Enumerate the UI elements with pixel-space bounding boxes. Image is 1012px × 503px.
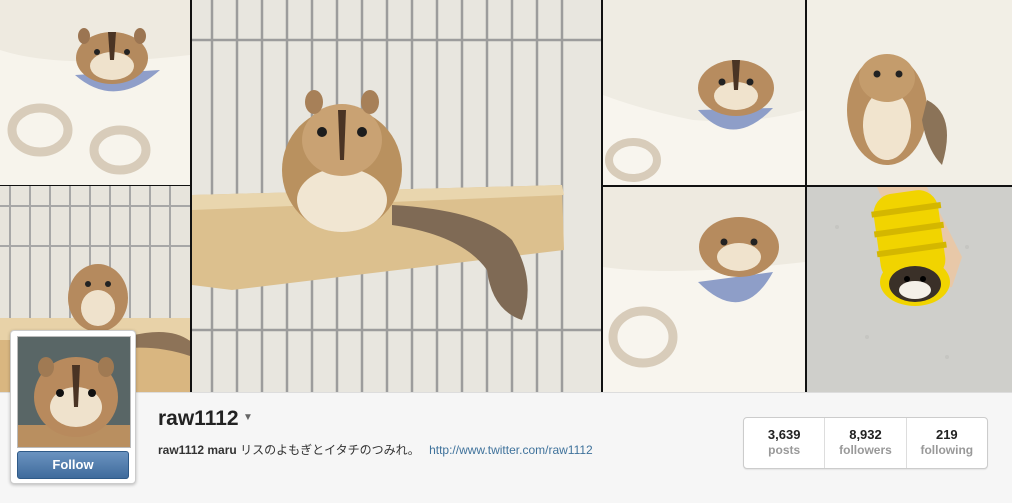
avatar-chipmunk-photo <box>18 337 130 447</box>
stat-following[interactable]: 219 following <box>907 418 987 468</box>
follow-button[interactable]: Follow <box>17 451 129 479</box>
stat-value: 3,639 <box>767 427 801 442</box>
stat-followers[interactable]: 8,932 followers <box>825 418 907 468</box>
chipmunk-photo <box>603 187 805 392</box>
avatar[interactable] <box>17 336 131 448</box>
chipmunk-photo <box>807 0 1012 185</box>
username-heading: raw1112 <box>158 407 239 430</box>
photo-tile-7[interactable] <box>807 187 1012 392</box>
stat-label: posts <box>768 443 801 457</box>
chipmunk-photo <box>603 0 805 185</box>
photo-tile-3[interactable] <box>192 0 601 392</box>
profile-avatar-card: Follow <box>10 330 136 484</box>
chipmunk-photo <box>0 0 190 185</box>
stat-label: followers <box>839 443 892 457</box>
photo-collage <box>0 0 1012 392</box>
photo-tile-5[interactable] <box>807 0 1012 185</box>
stat-label: following <box>920 443 974 457</box>
stat-value: 219 <box>935 427 958 442</box>
profile-bio: raw1112 maru リスのよもぎとイタチのつみれ。 http://www.… <box>158 441 593 458</box>
bio-name: raw1112 maru <box>158 443 237 457</box>
weasel-photo <box>807 187 1012 392</box>
photo-tile-4[interactable] <box>603 0 805 185</box>
profile-stats: 3,639 posts 8,932 followers 219 followin… <box>743 417 988 469</box>
stat-posts[interactable]: 3,639 posts <box>744 418 826 468</box>
bio-link[interactable]: http://www.twitter.com/raw1112 <box>429 443 593 457</box>
caret-down-icon[interactable]: ▼ <box>243 412 253 423</box>
bio-text: リスのよもぎとイタチのつみれ。 <box>240 443 420 457</box>
photo-tile-6[interactable] <box>603 187 805 392</box>
chipmunk-photo <box>192 0 601 392</box>
stat-value: 8,932 <box>849 427 882 442</box>
photo-tile-1[interactable] <box>0 0 190 185</box>
